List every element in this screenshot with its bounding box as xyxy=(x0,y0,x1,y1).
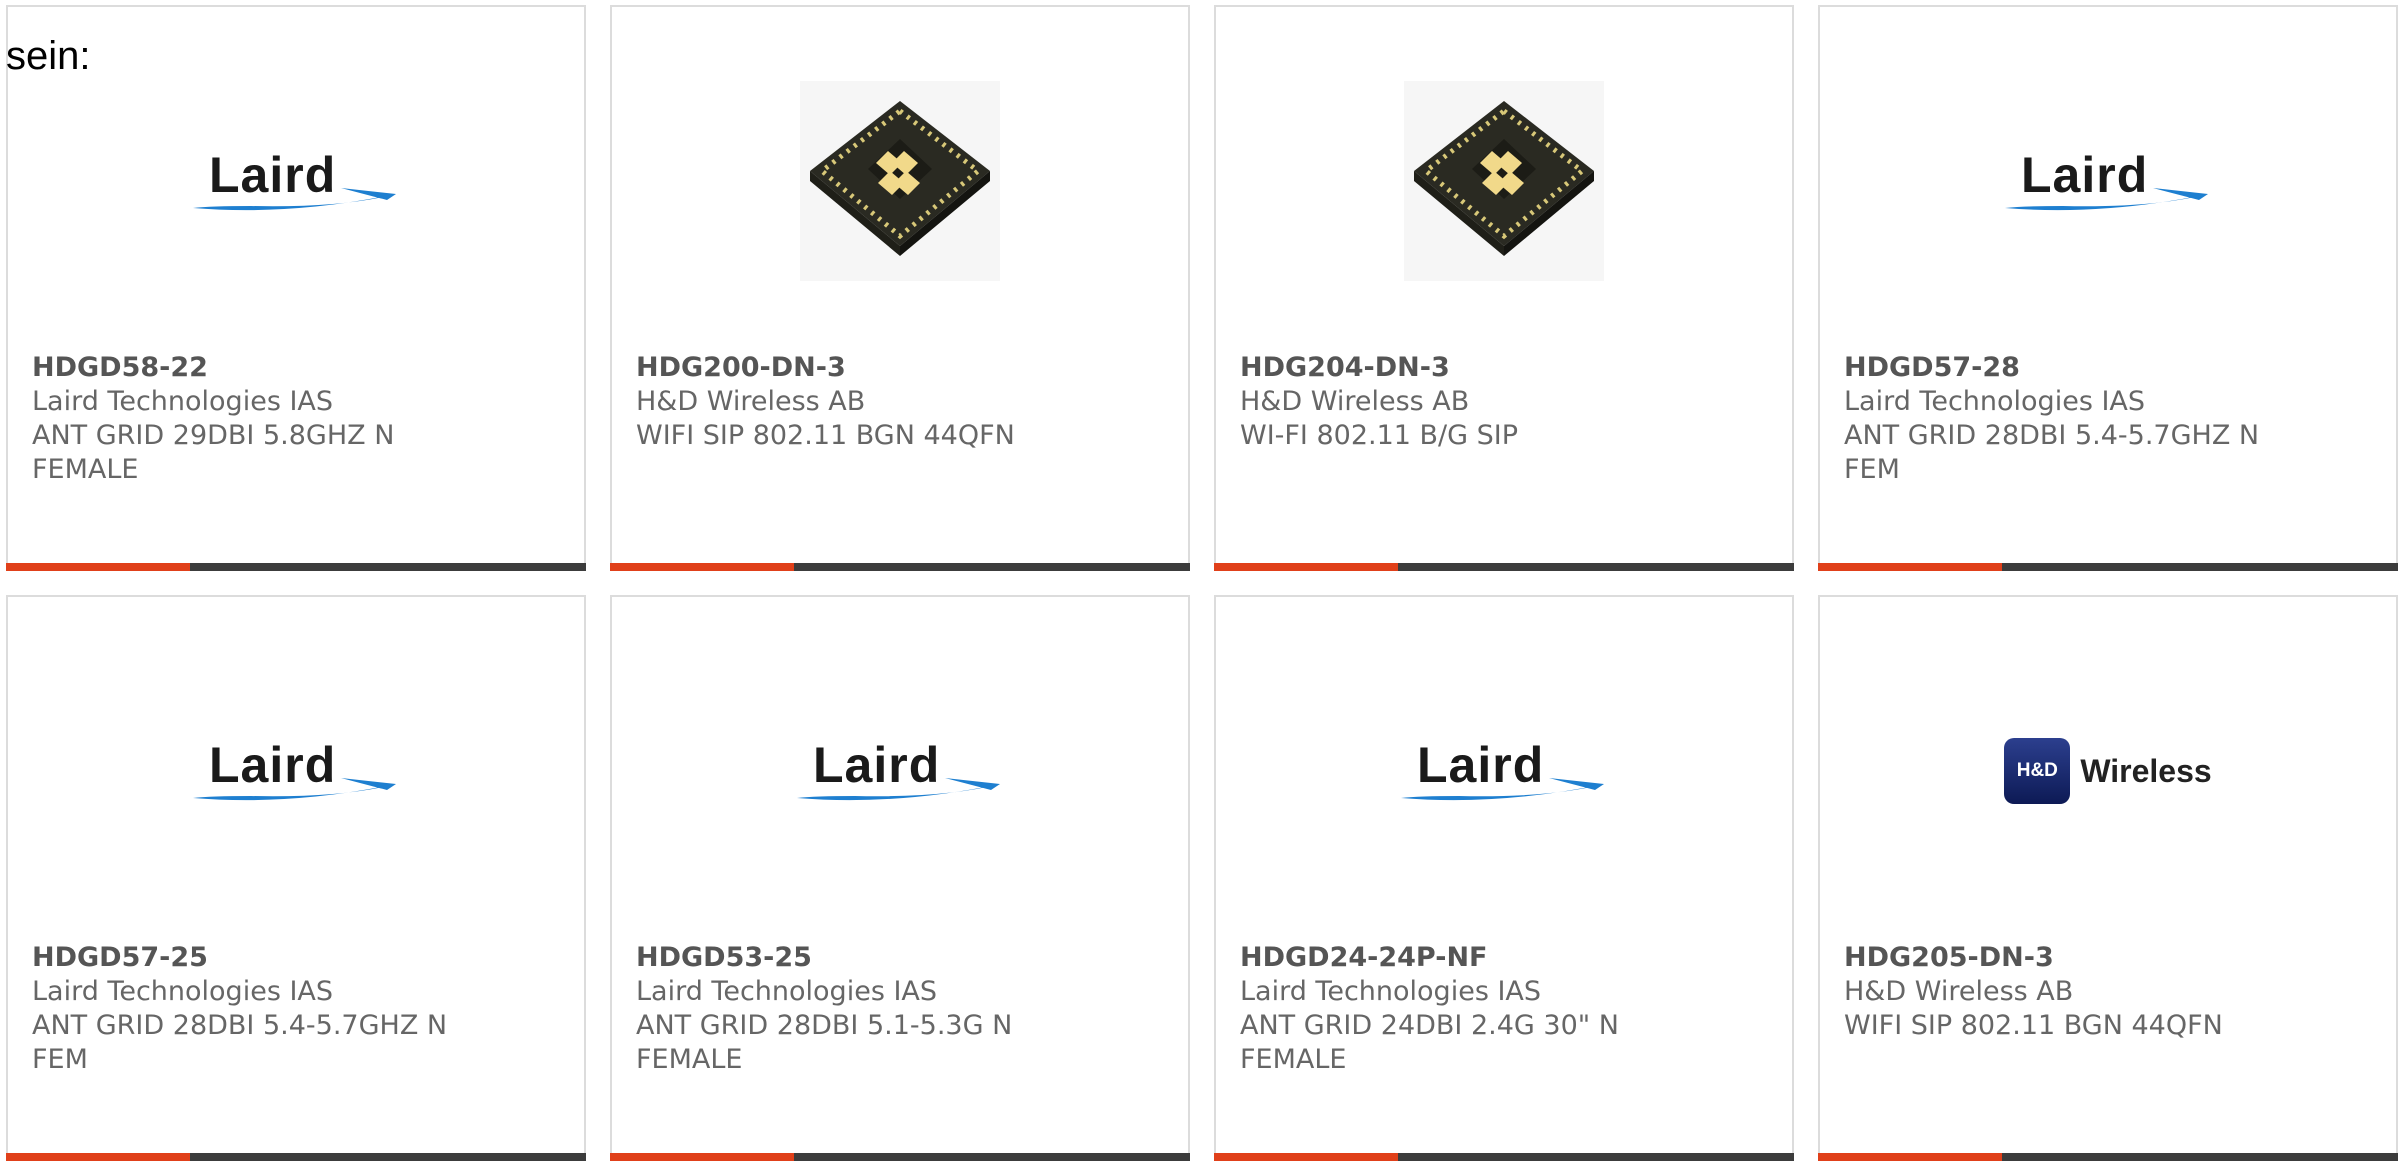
card-accent-bar xyxy=(610,563,794,571)
part-number[interactable]: HDGD57-25 xyxy=(32,941,452,975)
product-card[interactable]: H&D Wireless HDG205-DN-3 H&D Wireless AB… xyxy=(1818,595,2398,1161)
product-info: HDG205-DN-3 H&D Wireless AB WIFI SIP 802… xyxy=(1844,941,2264,1043)
description: ANT GRID 28DBI 5.4-5.7GHZ N FEM xyxy=(1844,420,2260,485)
manufacturer: Laird Technologies IAS xyxy=(1844,386,2146,417)
card-bottom-bar xyxy=(610,563,1190,571)
description: WIFI SIP 802.11 BGN 44QFN xyxy=(1844,1010,2223,1041)
description: WIFI SIP 802.11 BGN 44QFN xyxy=(636,420,1015,451)
qfn-chip-image xyxy=(800,81,1000,281)
product-info: HDGD24-24P-NF Laird Technologies IAS ANT… xyxy=(1240,941,1660,1077)
description: ANT GRID 29DBI 5.8GHZ N FEMALE xyxy=(32,420,395,485)
product-image[interactable]: Laird xyxy=(8,669,584,873)
card-accent-bar xyxy=(1214,1153,1398,1161)
product-image[interactable]: Laird xyxy=(8,79,584,283)
description: ANT GRID 24DBI 2.4G 30" N FEMALE xyxy=(1240,1010,1619,1075)
part-number[interactable]: HDG205-DN-3 xyxy=(1844,941,2264,975)
hd-logo-box: H&D xyxy=(2004,738,2071,804)
card-bottom-bar xyxy=(610,1153,1190,1161)
manufacturer: H&D Wireless AB xyxy=(636,386,866,417)
laird-logo: Laird xyxy=(2003,146,2213,216)
description: ANT GRID 28DBI 5.4-5.7GHZ N FEM xyxy=(32,1010,448,1075)
part-number[interactable]: HDGD58-22 xyxy=(32,351,452,385)
card-bottom-bar xyxy=(1818,1153,2398,1161)
laird-swoosh-icon xyxy=(797,778,1000,801)
card-accent-bar xyxy=(610,1153,794,1161)
product-info: HDGD53-25 Laird Technologies IAS ANT GRI… xyxy=(636,941,1056,1077)
part-number[interactable]: HDGD53-25 xyxy=(636,941,1056,975)
laird-swoosh-icon xyxy=(193,778,396,801)
product-card[interactable]: HDG200-DN-3 H&D Wireless AB WIFI SIP 802… xyxy=(610,5,1190,571)
card-bottom-bar xyxy=(1214,563,1794,571)
intro-text: sein: xyxy=(6,34,91,78)
card-bottom-bar xyxy=(6,1153,586,1161)
laird-swoosh-icon xyxy=(193,188,396,211)
product-info: HDGD58-22 Laird Technologies IAS ANT GRI… xyxy=(32,351,452,487)
product-card[interactable]: Laird HDGD58-22 Laird Technologies IAS A… xyxy=(6,5,586,571)
manufacturer: Laird Technologies IAS xyxy=(636,976,938,1007)
product-card[interactable]: Laird HDGD24-24P-NF Laird Technologies I… xyxy=(1214,595,1794,1161)
product-image[interactable]: Laird xyxy=(612,669,1188,873)
part-number[interactable]: HDGD57-28 xyxy=(1844,351,2264,385)
card-bottom-bar xyxy=(1818,563,2398,571)
hd-wireless-logo: H&D Wireless xyxy=(2004,738,2212,804)
card-accent-bar xyxy=(1818,563,2002,571)
product-card[interactable]: Laird HDGD53-25 Laird Technologies IAS A… xyxy=(610,595,1190,1161)
product-card[interactable]: HDG204-DN-3 H&D Wireless AB WI-FI 802.11… xyxy=(1214,5,1794,571)
product-info: HDG200-DN-3 H&D Wireless AB WIFI SIP 802… xyxy=(636,351,1056,453)
manufacturer: Laird Technologies IAS xyxy=(1240,976,1542,1007)
product-image[interactable]: Laird xyxy=(1820,79,2396,283)
card-accent-bar xyxy=(6,563,190,571)
product-image[interactable]: H&D Wireless xyxy=(1820,669,2396,873)
laird-swoosh-icon xyxy=(2005,188,2208,211)
description: ANT GRID 28DBI 5.1-5.3G N FEMALE xyxy=(636,1010,1013,1075)
product-image[interactable] xyxy=(612,79,1188,283)
laird-logo: Laird xyxy=(191,146,401,216)
product-info: HDGD57-25 Laird Technologies IAS ANT GRI… xyxy=(32,941,452,1077)
card-accent-bar xyxy=(6,1153,190,1161)
manufacturer: H&D Wireless AB xyxy=(1844,976,2074,1007)
part-number[interactable]: HDG200-DN-3 xyxy=(636,351,1056,385)
card-bottom-bar xyxy=(1214,1153,1794,1161)
product-card[interactable]: Laird HDGD57-25 Laird Technologies IAS A… xyxy=(6,595,586,1161)
manufacturer: H&D Wireless AB xyxy=(1240,386,1470,417)
part-number[interactable]: HDG204-DN-3 xyxy=(1240,351,1660,385)
qfn-chip-image xyxy=(1404,81,1604,281)
product-info: HDGD57-28 Laird Technologies IAS ANT GRI… xyxy=(1844,351,2264,487)
hd-logo-text: Wireless xyxy=(2080,752,2212,789)
card-accent-bar xyxy=(1818,1153,2002,1161)
product-card[interactable]: Laird HDGD57-28 Laird Technologies IAS A… xyxy=(1818,5,2398,571)
product-image[interactable] xyxy=(1216,79,1792,283)
card-bottom-bar xyxy=(6,563,586,571)
manufacturer: Laird Technologies IAS xyxy=(32,386,334,417)
description: WI-FI 802.11 B/G SIP xyxy=(1240,420,1519,451)
laird-logo: Laird xyxy=(191,736,401,806)
laird-swoosh-icon xyxy=(1401,778,1604,801)
laird-logo: Laird xyxy=(795,736,1005,806)
card-accent-bar xyxy=(1214,563,1398,571)
manufacturer: Laird Technologies IAS xyxy=(32,976,334,1007)
part-number[interactable]: HDGD24-24P-NF xyxy=(1240,941,1660,975)
product-info: HDG204-DN-3 H&D Wireless AB WI-FI 802.11… xyxy=(1240,351,1660,453)
laird-logo: Laird xyxy=(1399,736,1609,806)
product-image[interactable]: Laird xyxy=(1216,669,1792,873)
